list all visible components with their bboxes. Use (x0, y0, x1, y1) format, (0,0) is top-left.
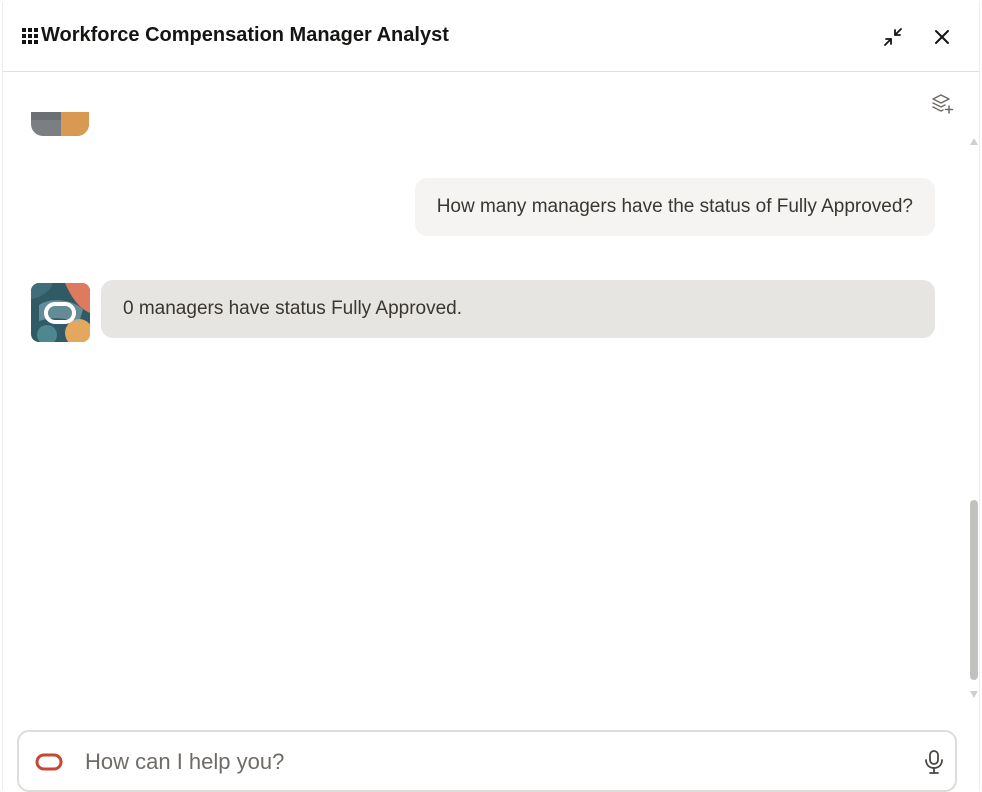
page-title: Workforce Compensation Manager Analyst (41, 24, 449, 46)
chat-scrollbar[interactable] (968, 134, 980, 700)
close-button[interactable] (927, 22, 957, 52)
scroll-thumb[interactable] (970, 500, 978, 680)
minimize-button[interactable] (878, 22, 908, 52)
assistant-avatar (31, 283, 90, 342)
header: Workforce Compensation Manager Analyst (3, 2, 979, 72)
close-icon (935, 30, 949, 44)
apps-grid-icon[interactable] (22, 27, 40, 45)
message-text: How many managers have the status of Ful… (436, 196, 913, 217)
message-text: 0 managers have status Fully Approved. (123, 298, 463, 319)
assistant-panel: Workforce Compensation Manager Analyst H… (2, 2, 980, 790)
message-input[interactable] (83, 740, 907, 784)
oracle-logo-icon (35, 753, 63, 771)
user-message: How many managers have the status of Ful… (414, 178, 935, 236)
assistant-avatar (31, 112, 89, 136)
microphone-icon (925, 750, 943, 774)
minimize-icon (884, 28, 902, 46)
assistant-message: 0 managers have status Fully Approved. (101, 280, 935, 338)
message-composer (17, 730, 957, 792)
scroll-up-arrow[interactable] (970, 138, 978, 145)
scroll-down-arrow[interactable] (970, 691, 978, 698)
message-list: How many managers have the status of Ful… (3, 72, 963, 702)
microphone-button[interactable] (919, 746, 949, 778)
scroll-track[interactable] (970, 148, 978, 684)
